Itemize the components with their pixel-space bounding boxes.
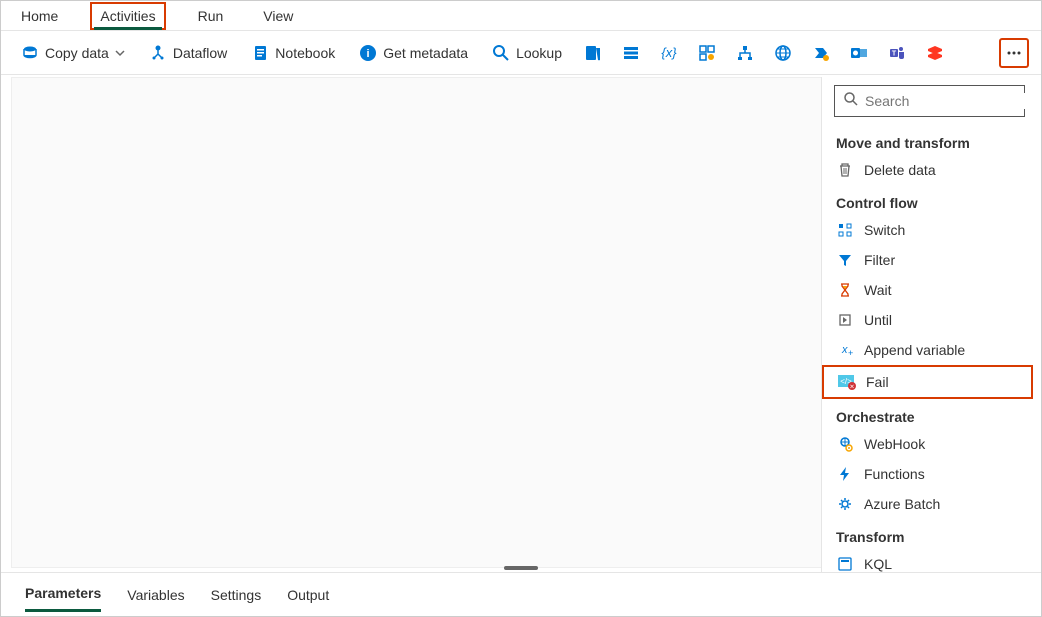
item-label: Switch: [864, 222, 905, 238]
item-until[interactable]: Until: [822, 305, 1035, 335]
trash-icon: [836, 161, 854, 179]
item-label: Functions: [864, 466, 925, 482]
item-label: Delete data: [864, 162, 936, 178]
section-transform: Transform: [822, 519, 1035, 549]
variable-icon[interactable]: {x}: [654, 38, 684, 68]
databricks-icon[interactable]: [920, 38, 950, 68]
tab-parameters[interactable]: Parameters: [25, 577, 101, 612]
filter-icon: [836, 251, 854, 269]
search-icon: [492, 44, 510, 62]
item-functions[interactable]: Functions: [822, 459, 1035, 489]
outlook-icon[interactable]: [844, 38, 874, 68]
until-icon: [836, 311, 854, 329]
foreach-icon[interactable]: [692, 38, 722, 68]
svg-text:✕: ✕: [849, 385, 854, 391]
webhook-icon: [836, 435, 854, 453]
top-tabs: Home Activities Run View: [1, 1, 1041, 31]
item-delete-data[interactable]: Delete data: [822, 155, 1035, 185]
stored-proc-icon[interactable]: [616, 38, 646, 68]
tab-activities[interactable]: Activities: [90, 2, 165, 30]
item-label: Wait: [864, 282, 891, 298]
item-label: Azure Batch: [864, 496, 940, 512]
tab-variables[interactable]: Variables: [127, 579, 184, 611]
if-icon[interactable]: [730, 38, 760, 68]
get-metadata-label: Get metadata: [383, 45, 468, 61]
dataflow-label: Dataflow: [173, 45, 227, 61]
tab-settings[interactable]: Settings: [211, 579, 262, 611]
search-input[interactable]: [865, 93, 1035, 109]
item-wait[interactable]: Wait: [822, 275, 1035, 305]
copy-data-button[interactable]: Copy data: [13, 40, 133, 66]
item-label: Append variable: [864, 342, 965, 358]
tab-output[interactable]: Output: [287, 579, 329, 611]
item-webhook[interactable]: WebHook: [822, 429, 1035, 459]
svg-text:{x}: {x}: [661, 45, 677, 60]
lookup-label: Lookup: [516, 45, 562, 61]
tab-run[interactable]: Run: [190, 4, 232, 28]
web-icon[interactable]: [768, 38, 798, 68]
search-box[interactable]: [834, 85, 1025, 117]
append-variable-icon: x+: [836, 341, 854, 359]
copy-data-icon: [21, 44, 39, 62]
search-icon: [843, 91, 859, 112]
switch-icon: [836, 221, 854, 239]
item-append-variable[interactable]: x+ Append variable: [822, 335, 1035, 365]
get-metadata-button[interactable]: i Get metadata: [351, 40, 476, 66]
lookup-button[interactable]: Lookup: [484, 40, 570, 66]
gear-icon: [836, 495, 854, 513]
functions-icon: [836, 465, 854, 483]
hourglass-icon: [836, 281, 854, 299]
svg-text:x: x: [841, 344, 848, 356]
item-label: Fail: [866, 374, 889, 390]
script-icon[interactable]: [578, 38, 608, 68]
notebook-button[interactable]: Notebook: [243, 40, 343, 66]
activities-dropdown: Move and transform Delete data Control f…: [821, 77, 1035, 579]
item-azure-batch[interactable]: Azure Batch: [822, 489, 1035, 519]
item-filter[interactable]: Filter: [822, 245, 1035, 275]
section-orchestrate: Orchestrate: [822, 399, 1035, 429]
svg-text:i: i: [367, 48, 370, 60]
resize-handle[interactable]: [504, 566, 538, 570]
info-icon: i: [359, 44, 377, 62]
tab-home[interactable]: Home: [13, 4, 66, 28]
more-button[interactable]: [999, 38, 1029, 68]
invoke-pipeline-icon[interactable]: [806, 38, 836, 68]
bottom-tabs: Parameters Variables Settings Output: [1, 572, 1041, 616]
item-fail[interactable]: </>✕ Fail: [822, 365, 1033, 399]
section-control-flow: Control flow: [822, 185, 1035, 215]
svg-text:T: T: [892, 50, 897, 57]
teams-icon[interactable]: T: [882, 38, 912, 68]
item-label: Until: [864, 312, 892, 328]
section-move-transform: Move and transform: [822, 125, 1035, 155]
svg-text:+: +: [848, 348, 853, 358]
kql-icon: [836, 555, 854, 573]
dataflow-icon: [149, 44, 167, 62]
fail-icon: </>✕: [838, 373, 856, 391]
item-label: Filter: [864, 252, 895, 268]
item-label: KQL: [864, 556, 892, 572]
notebook-icon: [251, 44, 269, 62]
toolbar: Copy data Dataflow Notebook i Get metada…: [1, 31, 1041, 75]
dataflow-button[interactable]: Dataflow: [141, 40, 235, 66]
item-switch[interactable]: Switch: [822, 215, 1035, 245]
chevron-down-icon: [115, 45, 125, 61]
tab-view[interactable]: View: [255, 4, 301, 28]
item-label: WebHook: [864, 436, 925, 452]
copy-data-label: Copy data: [45, 45, 109, 61]
notebook-label: Notebook: [275, 45, 335, 61]
